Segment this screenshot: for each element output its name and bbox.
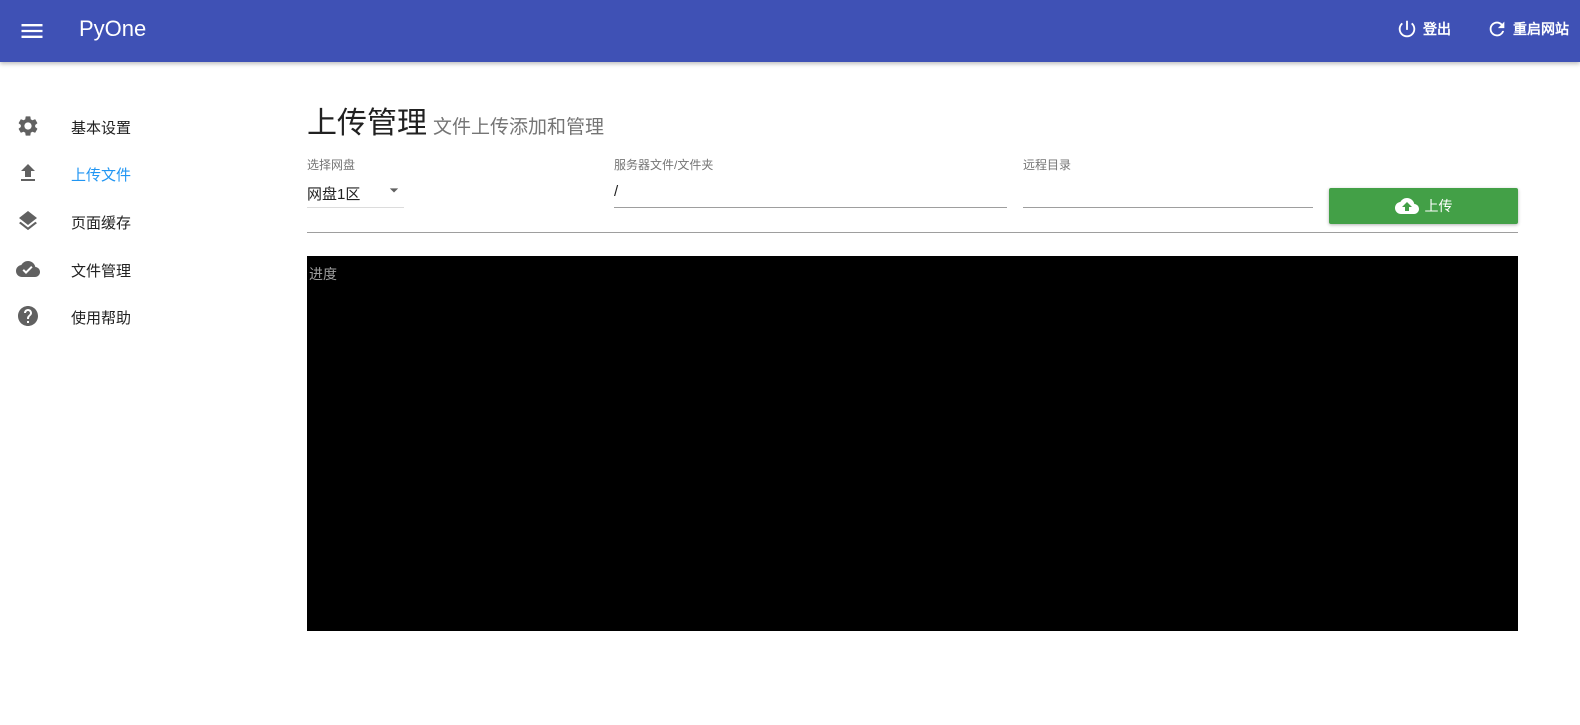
help-icon [16,304,40,328]
sidebar-item-file-management[interactable]: 文件管理 [0,249,280,289]
refresh-icon [1489,21,1505,37]
sidebar-item-label: 使用帮助 [71,310,132,327]
logout-label: 登出 [1423,21,1451,37]
sidebar-item-upload-files[interactable]: 上传文件 [0,153,280,193]
restart-site-label: 重启网站 [1513,21,1569,37]
page-subtitle: 文件上传添加和管理 [433,117,605,138]
restart-site-button[interactable]: 重启网站 [1486,18,1569,40]
cloud-done-icon [16,257,40,281]
disk-select[interactable]: 网盘1区 [307,173,404,207]
progress-console: 进度 [307,256,1518,631]
sidebar-item-help[interactable]: 使用帮助 [0,296,280,336]
server-path-field: 服务器文件/文件夹 / [614,156,1007,208]
upload-icon [16,161,40,185]
remote-dir-field: 远程目录 [1023,156,1313,208]
gear-icon [16,114,40,138]
server-path-underline [614,207,1007,208]
page-heading: 上传管理 文件上传添加和管理 [307,98,604,142]
menu-icon[interactable] [18,17,46,45]
power-icon [1398,20,1416,38]
cloud-upload-icon [1394,198,1419,214]
disk-select-value: 网盘1区 [307,186,361,203]
server-path-label: 服务器文件/文件夹 [614,158,714,172]
remote-dir-label: 远程目录 [1023,158,1072,172]
progress-label: 进度 [309,266,337,282]
page-title: 上传管理 [307,107,427,140]
sidebar-item-label: 基本设置 [71,120,132,137]
app-title[interactable]: PyOne [79,16,146,42]
disk-select-label: 选择网盘 [307,158,356,172]
disk-select-underline [307,207,404,208]
sidebar-item-label: 文件管理 [71,263,132,280]
remote-dir-underline [1023,207,1313,208]
divider [307,232,1518,233]
sidebar: 基本设置 上传文件 页面缓存 文件管理 使用帮助 [0,62,280,725]
sidebar-item-label: 页面缓存 [71,215,132,232]
server-path-input[interactable]: / [614,173,1007,207]
arrow-drop-down-icon [384,180,404,205]
sidebar-item-page-cache[interactable]: 页面缓存 [0,201,280,241]
app-bar: PyOne 登出 重启网站 [0,0,1580,62]
layers-icon [16,209,40,233]
sidebar-item-basic-settings[interactable]: 基本设置 [0,106,280,146]
disk-select-field: 选择网盘 网盘1区 [307,156,404,208]
sidebar-item-label: 上传文件 [71,167,132,184]
upload-button-label: 上传 [1424,198,1453,214]
upload-button[interactable]: 上传 [1329,188,1518,224]
logout-button[interactable]: 登出 [1396,18,1451,40]
remote-dir-input[interactable] [1023,173,1313,207]
